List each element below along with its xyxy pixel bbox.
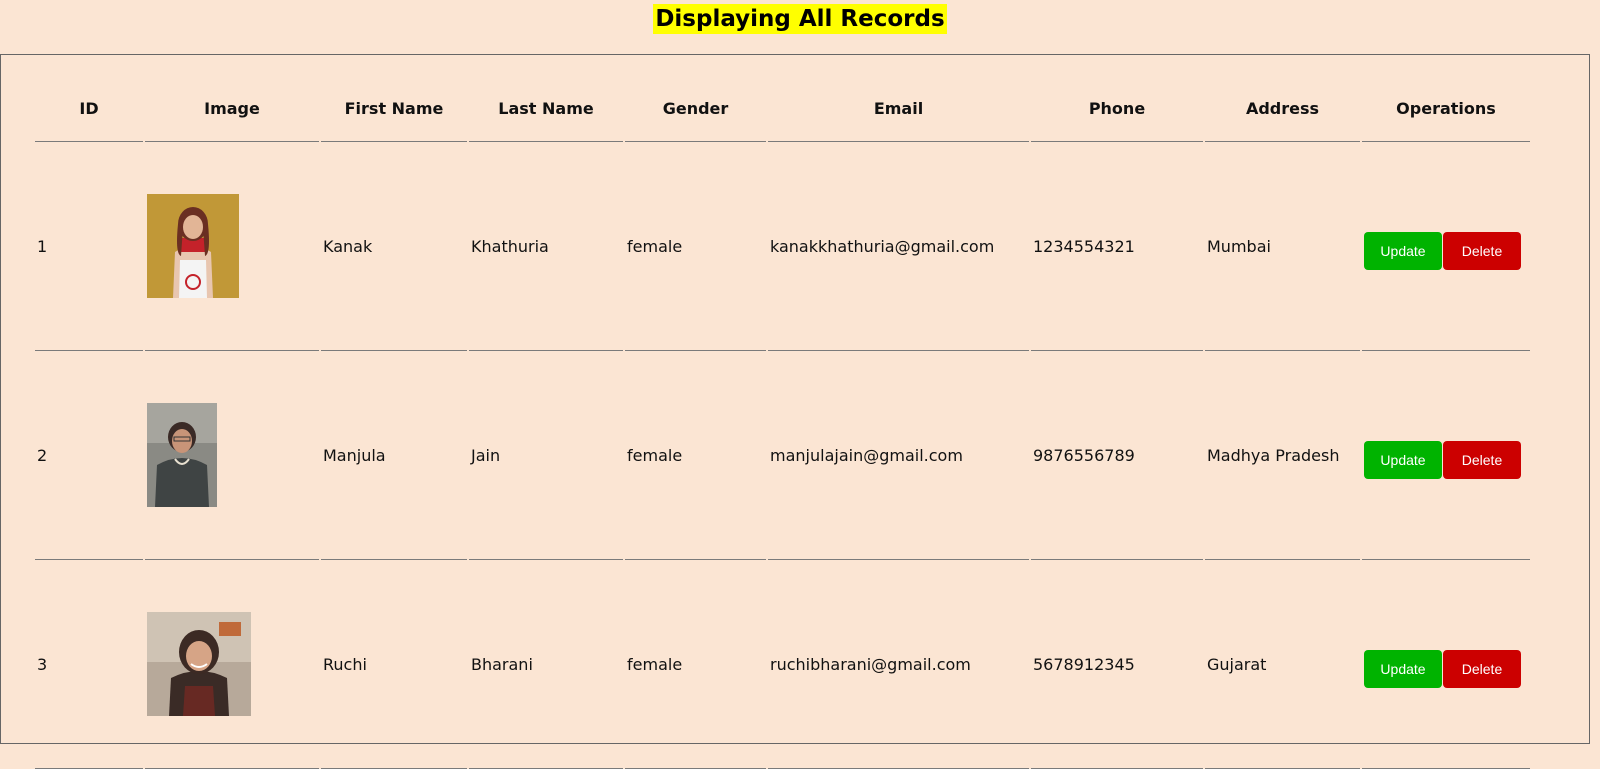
header-first-name: First Name (321, 75, 467, 142)
cell-id: 1 (35, 142, 143, 351)
delete-button[interactable]: Delete (1443, 650, 1521, 688)
delete-button[interactable]: Delete (1443, 441, 1521, 479)
table-row: 3 Ruchi Bharani female ruchibharani@gmai… (35, 560, 1530, 769)
cell-id: 3 (35, 560, 143, 769)
cell-email: ruchibharani@gmail.com (768, 560, 1029, 769)
table-header-row: ID Image First Name Last Name Gender Ema… (35, 75, 1530, 142)
table-row: 2 Manjula Jain female manjulajain@gmail.… (35, 351, 1530, 560)
cell-operations: Update Delete (1362, 142, 1530, 351)
page-header: Displaying All Records (0, 0, 1600, 40)
cell-address: Madhya Pradesh (1205, 351, 1360, 560)
records-table-container: ID Image First Name Last Name Gender Ema… (0, 54, 1590, 769)
user-photo (147, 403, 217, 507)
cell-gender: female (625, 351, 766, 560)
update-button[interactable]: Update (1364, 441, 1442, 479)
user-photo (147, 612, 251, 716)
table-row: 1 Kanak Khathuria female kanakkhathuria@… (35, 142, 1530, 351)
cell-image (145, 142, 319, 351)
cell-phone: 9876556789 (1031, 351, 1203, 560)
header-phone: Phone (1031, 75, 1203, 142)
header-last-name: Last Name (469, 75, 623, 142)
cell-phone: 1234554321 (1031, 142, 1203, 351)
cell-id: 2 (35, 351, 143, 560)
cell-operations: Update Delete (1362, 351, 1530, 560)
page-title: Displaying All Records (653, 4, 947, 34)
cell-last-name: Bharani (469, 560, 623, 769)
cell-address: Gujarat (1205, 560, 1360, 769)
cell-phone: 5678912345 (1031, 560, 1203, 769)
header-address: Address (1205, 75, 1360, 142)
header-image: Image (145, 75, 319, 142)
cell-first-name: Manjula (321, 351, 467, 560)
cell-last-name: Jain (469, 351, 623, 560)
cell-email: manjulajain@gmail.com (768, 351, 1029, 560)
cell-email: kanakkhathuria@gmail.com (768, 142, 1029, 351)
header-gender: Gender (625, 75, 766, 142)
delete-button[interactable]: Delete (1443, 232, 1521, 270)
header-id: ID (35, 75, 143, 142)
cell-image (145, 560, 319, 769)
cell-address: Mumbai (1205, 142, 1360, 351)
cell-gender: female (625, 142, 766, 351)
cell-last-name: Khathuria (469, 142, 623, 351)
cell-image (145, 351, 319, 560)
cell-first-name: Kanak (321, 142, 467, 351)
user-photo (147, 194, 239, 298)
update-button[interactable]: Update (1364, 650, 1442, 688)
header-email: Email (768, 75, 1029, 142)
records-table: ID Image First Name Last Name Gender Ema… (33, 75, 1532, 769)
cell-first-name: Ruchi (321, 560, 467, 769)
update-button[interactable]: Update (1364, 232, 1442, 270)
cell-gender: female (625, 560, 766, 769)
cell-operations: Update Delete (1362, 560, 1530, 769)
header-operations: Operations (1362, 75, 1530, 142)
